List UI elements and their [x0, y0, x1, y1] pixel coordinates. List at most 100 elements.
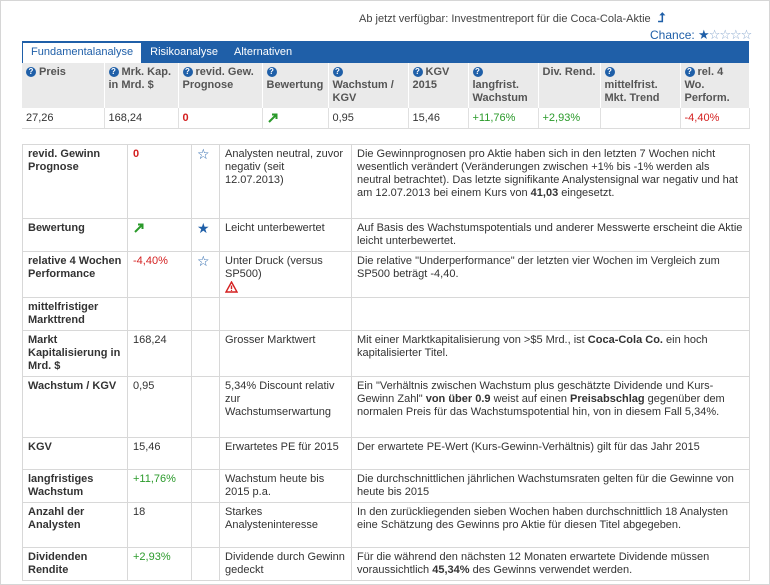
warning-icon — [225, 281, 238, 293]
row-long: Für die während den nächsten 12 Monaten … — [351, 547, 750, 581]
value-mittelfrist — [600, 108, 681, 129]
row-star — [191, 469, 220, 503]
value-mrk-kap: 168,24 — [104, 108, 179, 129]
row-star — [191, 330, 220, 377]
row-star — [191, 297, 220, 331]
tab-fundamentalanalyse[interactable]: Fundamentalanalyse — [22, 42, 143, 63]
summary-header-row: ? Preis ? Mrk. Kap. in Mrd. $ ? revid. Gew.… — [22, 63, 750, 108]
value-revid: 0 — [178, 108, 263, 129]
star-empty-icon: ☆ — [197, 146, 210, 162]
value-wachstum-kgv: 0,95 — [328, 108, 409, 129]
row-value: 15,46 — [127, 437, 192, 470]
table-row: Markt Kapitalisierung in Mrd. $ 168,24 G… — [22, 330, 750, 377]
header-bewertung[interactable]: ? Bewertung — [262, 63, 329, 108]
table-row: revid. Gewinn Prognose 0 ☆ Analysten neu… — [22, 144, 750, 219]
star-filled-icon: ★ — [197, 220, 210, 236]
row-short: Grosser Marktwert — [219, 330, 352, 377]
row-label: Anzahl der Analysten — [22, 502, 128, 548]
row-short: Dividende durch Gewinn gedeckt — [219, 547, 352, 581]
detail-table: revid. Gewinn Prognose 0 ☆ Analysten neu… — [22, 144, 750, 581]
tab-bar: Fundamentalanalyse Risikoanalyse Alterna… — [22, 41, 749, 63]
table-row: mittelfristiger Markttrend — [22, 297, 750, 331]
row-value: 168,24 — [127, 330, 192, 377]
help-icon[interactable]: ? — [182, 67, 193, 77]
row-value: -4,40% — [127, 251, 192, 298]
row-long: Die relative "Underperformance" der letz… — [351, 251, 750, 298]
row-value — [127, 218, 192, 252]
row-label: KGV — [22, 437, 128, 470]
chance-label: Chance: — [650, 28, 695, 42]
table-row: Anzahl der Analysten 18 Starkes Analyste… — [22, 502, 750, 548]
row-short: Wachstum heute bis 2015 p.a. — [219, 469, 352, 503]
row-label: langfristiges Wachstum — [22, 469, 128, 503]
row-star — [191, 437, 220, 470]
row-long: Die Gewinnprognosen pro Aktie haben sich… — [351, 144, 750, 219]
row-long — [351, 297, 750, 331]
row-short: 5,34% Discount relativ zur Wachstumserwa… — [219, 376, 352, 438]
arrow-up-right-green-icon — [134, 223, 144, 233]
header-langfrist[interactable]: ? langfrist. Wachstum — [468, 63, 539, 108]
table-row: langfristiges Wachstum +11,76% Wachstum … — [22, 469, 750, 503]
arrow-up-right-green-icon — [267, 113, 277, 123]
star-rating: ★☆☆☆☆ — [698, 27, 752, 42]
value-kgv: 15,46 — [408, 108, 469, 129]
report-link-text[interactable]: Ab jetzt verfügbar: Investmentreport für… — [359, 13, 651, 25]
row-label: Bewertung — [22, 218, 128, 252]
tab-risikoanalyse[interactable]: Risikoanalyse — [142, 41, 226, 63]
row-star: ☆ — [191, 144, 220, 219]
table-row: KGV 15,46 Erwartetes PE für 2015 Der erw… — [22, 437, 750, 470]
row-long: Auf Basis des Wachstumspotentials und an… — [351, 218, 750, 252]
tab-alternativen[interactable]: Alternativen — [226, 41, 300, 63]
row-label: Markt Kapitalisierung in Mrd. $ — [22, 330, 128, 377]
row-value: 18 — [127, 502, 192, 548]
header-preis[interactable]: ? Preis — [22, 63, 105, 108]
row-long: Ein "Verhältnis zwischen Wachstum plus g… — [351, 376, 750, 438]
row-label: Wachstum / KGV — [22, 376, 128, 438]
row-short: Unter Druck (versus SP500) — [219, 251, 352, 298]
help-icon[interactable]: ? — [26, 67, 36, 77]
row-star: ★ — [191, 218, 220, 252]
row-value — [127, 297, 192, 331]
help-icon[interactable]: ? — [266, 67, 277, 77]
row-label: revid. Gewinn Prognose — [22, 144, 128, 219]
help-icon[interactable]: ? — [332, 67, 343, 77]
table-row: relative 4 Wochen Performance -4,40% ☆ U… — [22, 251, 750, 298]
help-icon[interactable]: ? — [412, 67, 423, 77]
row-label: relative 4 Wochen Performance — [22, 251, 128, 298]
header-mittelfrist[interactable]: ? mittelfrist. Mkt. Trend — [600, 63, 681, 108]
value-langfrist: +11,76% — [468, 108, 539, 129]
row-value: +2,93% — [127, 547, 192, 581]
row-star — [191, 502, 220, 548]
row-short — [219, 297, 352, 331]
help-icon[interactable]: ? — [684, 67, 695, 77]
table-row: Bewertung ★ Leicht unterbewertet Auf Bas… — [22, 218, 750, 252]
value-rel-perf: -4,40% — [680, 108, 750, 129]
header-wachstum-kgv[interactable]: ? Wachstum / KGV — [328, 63, 409, 108]
star-filled-icon: ★ — [698, 27, 710, 42]
row-label: Dividenden Rendite — [22, 547, 128, 581]
header-mrk-kap[interactable]: ? Mrk. Kap. in Mrd. $ — [104, 63, 179, 108]
summary-table: ? Preis ? Mrk. Kap. in Mrd. $ ? revid. Gew.… — [22, 63, 750, 129]
help-icon[interactable]: ? — [472, 67, 483, 77]
row-star — [191, 376, 220, 438]
value-preis: 27,26 — [22, 108, 105, 129]
header-kgv[interactable]: ? KGV 2015 — [408, 63, 469, 108]
help-icon[interactable]: ? — [604, 67, 615, 77]
row-star: ☆ — [191, 251, 220, 298]
value-div-rend: +2,93% — [538, 108, 601, 129]
help-icon[interactable]: ? — [108, 67, 119, 77]
row-short: Leicht unterbewertet — [219, 218, 352, 252]
row-value: 0 — [127, 144, 192, 219]
row-long: Die durchschnittlichen jährlichen Wachst… — [351, 469, 750, 503]
star-empty-icon: ☆ — [197, 253, 210, 269]
header-revid[interactable]: ? revid. Gew. Prognose — [178, 63, 263, 108]
row-short: Analysten neutral, zuvor negativ (seit 1… — [219, 144, 352, 219]
arrow-up-right-icon[interactable]: ⮥ — [658, 10, 666, 25]
report-link[interactable]: Ab jetzt verfügbar: Investmentreport für… — [359, 10, 665, 26]
row-short: Starkes Analysteninteresse — [219, 502, 352, 548]
row-star — [191, 547, 220, 581]
table-row: Wachstum / KGV 0,95 5,34% Discount relat… — [22, 376, 750, 438]
header-div-rend[interactable]: Div. Rend. — [538, 63, 601, 108]
header-rel-perf[interactable]: ? rel. 4 Wo. Perform. — [680, 63, 750, 108]
row-long: Der erwartete PE-Wert (Kurs-Gewinn-Verhä… — [351, 437, 750, 470]
